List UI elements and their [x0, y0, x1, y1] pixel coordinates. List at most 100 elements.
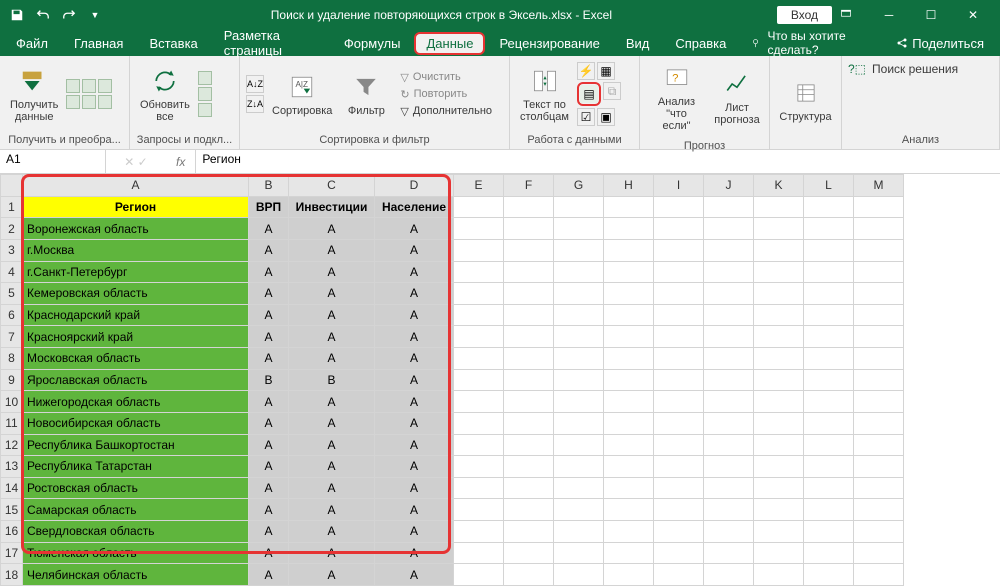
cell[interactable] — [454, 283, 504, 305]
cell[interactable] — [804, 196, 854, 218]
cell[interactable]: Ростовская область — [23, 477, 249, 499]
col-header-M[interactable]: M — [854, 175, 904, 197]
cell[interactable]: A — [375, 499, 454, 521]
cell[interactable]: Население — [375, 196, 454, 218]
cell[interactable] — [754, 326, 804, 348]
tab-review[interactable]: Рецензирование — [487, 32, 611, 55]
sort-desc-icon[interactable]: Z↓A — [246, 95, 264, 113]
redo-icon[interactable] — [58, 4, 80, 26]
cell[interactable] — [704, 434, 754, 456]
sort-az-buttons[interactable]: A↓Z Z↓A — [246, 75, 264, 113]
cell[interactable] — [854, 326, 904, 348]
cell[interactable] — [854, 283, 904, 305]
filter-button[interactable]: Фильтр — [340, 69, 392, 119]
cell[interactable]: A — [375, 412, 454, 434]
cell[interactable] — [554, 542, 604, 564]
col-header-K[interactable]: K — [754, 175, 804, 197]
cell[interactable] — [854, 391, 904, 413]
cell[interactable] — [504, 564, 554, 586]
cell[interactable] — [554, 564, 604, 586]
cell[interactable] — [604, 499, 654, 521]
cell[interactable]: Инвестиции — [289, 196, 375, 218]
cell[interactable] — [804, 477, 854, 499]
row-header[interactable]: 17 — [1, 542, 23, 564]
cell[interactable] — [604, 348, 654, 370]
cell[interactable] — [804, 542, 854, 564]
login-button[interactable]: Вход — [777, 6, 832, 24]
cell[interactable] — [554, 477, 604, 499]
cell[interactable] — [704, 283, 754, 305]
save-icon[interactable] — [6, 4, 28, 26]
cell[interactable] — [454, 369, 504, 391]
cell[interactable]: A — [249, 477, 289, 499]
cell[interactable] — [454, 564, 504, 586]
row-header[interactable]: 9 — [1, 369, 23, 391]
row-header[interactable]: 10 — [1, 391, 23, 413]
row-header[interactable]: 12 — [1, 434, 23, 456]
cell[interactable] — [654, 434, 704, 456]
cell[interactable] — [504, 434, 554, 456]
cell[interactable]: A — [375, 348, 454, 370]
get-data-sources[interactable] — [66, 79, 114, 109]
cell[interactable] — [454, 434, 504, 456]
cell[interactable]: B — [249, 369, 289, 391]
cell[interactable] — [604, 434, 654, 456]
cell[interactable] — [504, 283, 554, 305]
cell[interactable]: A — [375, 391, 454, 413]
cell[interactable] — [704, 218, 754, 240]
data-validation-icon[interactable]: ☑ — [577, 108, 595, 126]
cell[interactable] — [854, 412, 904, 434]
cell[interactable]: A — [289, 477, 375, 499]
cell[interactable] — [554, 218, 604, 240]
cell[interactable] — [454, 304, 504, 326]
cell[interactable] — [854, 196, 904, 218]
cell[interactable] — [504, 261, 554, 283]
cell[interactable] — [704, 369, 754, 391]
cell[interactable] — [554, 326, 604, 348]
cell[interactable] — [854, 499, 904, 521]
cell[interactable] — [704, 326, 754, 348]
cell[interactable] — [654, 412, 704, 434]
cell[interactable]: Челябинская область — [23, 564, 249, 586]
cell[interactable] — [604, 283, 654, 305]
row-header[interactable]: 3 — [1, 239, 23, 261]
cell[interactable]: ВРП — [249, 196, 289, 218]
cell[interactable] — [504, 196, 554, 218]
consolidate-icon[interactable]: ▦ — [597, 62, 615, 80]
cell[interactable] — [504, 542, 554, 564]
col-header-C[interactable]: C — [289, 175, 375, 197]
solver-button[interactable]: ?⬚ Поиск решения — [848, 62, 958, 76]
tab-formulas[interactable]: Формулы — [332, 32, 413, 55]
cell[interactable] — [454, 326, 504, 348]
formula-input[interactable]: Регион — [196, 150, 1000, 173]
cell[interactable]: A — [289, 283, 375, 305]
cell[interactable] — [704, 542, 754, 564]
cell[interactable] — [454, 521, 504, 543]
cell[interactable]: A — [375, 456, 454, 478]
cell[interactable]: A — [375, 261, 454, 283]
col-header-B[interactable]: B — [249, 175, 289, 197]
cell[interactable]: A — [375, 542, 454, 564]
cell[interactable]: A — [249, 564, 289, 586]
row-header[interactable]: 13 — [1, 456, 23, 478]
cell[interactable] — [804, 239, 854, 261]
cell[interactable] — [604, 326, 654, 348]
cell[interactable]: A — [289, 326, 375, 348]
relationships-icon[interactable]: ⧉ — [603, 82, 621, 100]
cell[interactable]: A — [289, 239, 375, 261]
share-button[interactable]: Поделиться — [884, 32, 996, 55]
cell[interactable] — [854, 348, 904, 370]
cell[interactable] — [504, 391, 554, 413]
row-header[interactable]: 7 — [1, 326, 23, 348]
cell[interactable] — [554, 304, 604, 326]
cell[interactable]: A — [375, 521, 454, 543]
cell[interactable] — [604, 369, 654, 391]
cell[interactable] — [704, 304, 754, 326]
get-data-button[interactable]: Получить данные — [6, 63, 62, 125]
cell[interactable] — [804, 261, 854, 283]
advanced-filter-button[interactable]: ▽Дополнительно — [396, 104, 496, 119]
cell[interactable] — [804, 456, 854, 478]
cell[interactable] — [554, 434, 604, 456]
cell[interactable]: A — [289, 348, 375, 370]
cell[interactable]: A — [289, 391, 375, 413]
